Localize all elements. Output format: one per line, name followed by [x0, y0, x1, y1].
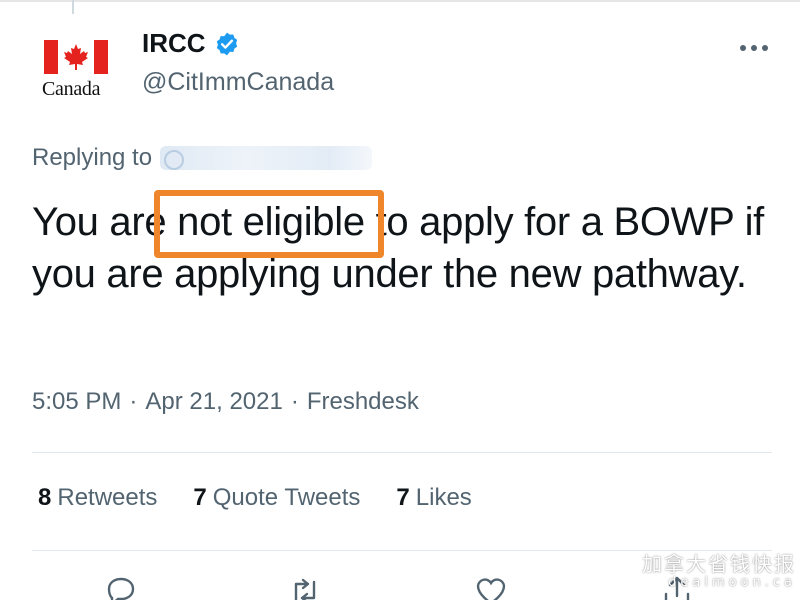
meta-separator: · — [129, 388, 138, 415]
quote-tweets-stat[interactable]: 7 Quote Tweets — [193, 484, 360, 512]
blurred-reply-handle[interactable] — [160, 146, 373, 170]
maple-leaf-flag-icon — [44, 40, 108, 74]
divider — [32, 452, 772, 453]
tweet-text: You are not eligible to apply for a BOWP… — [32, 196, 772, 300]
dealmoon-watermark: 加拿大省钱快报 dealmoon.ca — [642, 548, 796, 590]
more-options-icon[interactable] — [734, 40, 774, 56]
likes-stat[interactable]: 7 Likes — [396, 484, 471, 512]
author-display-name[interactable]: IRCC — [142, 28, 206, 59]
tweet-meta: 5:05 PM · Apr 21, 2021 · Freshdesk — [32, 388, 419, 416]
canada-wordmark: Canada — [42, 78, 101, 100]
verified-badge-icon — [216, 32, 237, 55]
retweets-stat[interactable]: 8 Retweets — [38, 484, 157, 512]
tweet-source[interactable]: Freshdesk — [307, 388, 419, 416]
author-handle[interactable]: @CitImmCanada — [142, 68, 334, 97]
retweets-label: Retweets — [57, 484, 158, 511]
top-divider — [0, 0, 800, 2]
author-avatar[interactable]: Canada — [38, 36, 114, 100]
retweets-count: 8 — [38, 484, 52, 511]
tweet-date[interactable]: Apr 21, 2021 — [145, 388, 282, 416]
watermark-url: dealmoon.ca — [668, 575, 796, 590]
thread-line — [72, 0, 74, 14]
retweet-icon[interactable] — [288, 574, 322, 600]
tweet-text-before: You are — [32, 200, 178, 244]
like-icon[interactable] — [474, 574, 508, 600]
reply-icon[interactable] — [104, 574, 138, 600]
tweet-detail-page: Canada IRCC @CitImmCanada Replying to Yo… — [0, 0, 800, 600]
replying-to-label: Replying to — [32, 144, 153, 171]
quote-tweets-label: Quote Tweets — [212, 484, 361, 511]
replying-to: Replying to — [32, 144, 373, 172]
likes-count: 7 — [396, 484, 410, 511]
author-name-row: IRCC — [142, 28, 240, 59]
quote-tweets-count: 7 — [193, 484, 207, 511]
likes-label: Likes — [415, 484, 472, 511]
meta-separator: · — [290, 388, 299, 415]
tweet-time[interactable]: 5:05 PM — [32, 388, 121, 416]
tweet-text-highlighted: not eligible — [177, 200, 365, 244]
watermark-chinese: 加拿大省钱快报 — [642, 552, 796, 576]
engagement-stats: 8 Retweets 7 Quote Tweets 7 Likes — [38, 484, 472, 512]
